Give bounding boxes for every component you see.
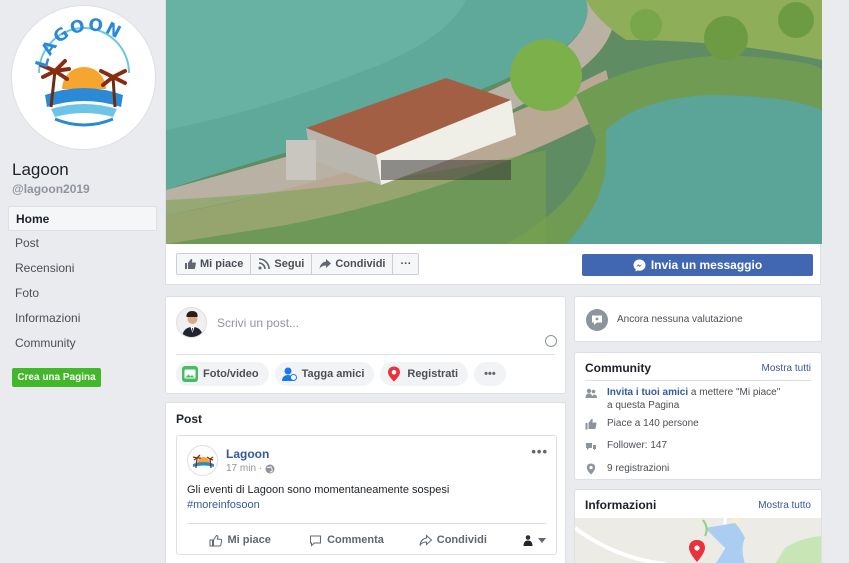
more-options-button[interactable]: ···: [392, 253, 420, 275]
community-card: Community Mostra tutti Invita i tuoi ami…: [574, 352, 822, 480]
divider: [585, 380, 811, 381]
emoji-icon[interactable]: [545, 335, 557, 347]
composer-actions: Foto/video Tagga amici Registrati •••: [176, 362, 506, 386]
photo-icon: [182, 366, 198, 382]
review-icon: [586, 309, 608, 331]
tag-friends-icon: [281, 366, 297, 382]
nav-item-photos[interactable]: Foto: [8, 281, 157, 306]
post-hashtag[interactable]: #moreinfosoon: [187, 499, 260, 511]
divider: [187, 523, 546, 524]
page-name: Lagoon: [12, 160, 69, 179]
divider: [176, 354, 555, 355]
followers-count: Follower: 147: [607, 440, 668, 451]
post-text: Gli eventi di Lagoon sono momentaneament…: [187, 484, 450, 496]
people-icon: [585, 388, 597, 398]
posts-heading: Post: [176, 412, 203, 426]
like-page-label: Mi piace: [200, 258, 244, 270]
composer-more-button[interactable]: •••: [474, 362, 506, 386]
invite-friends-link[interactable]: Invita i tuoi amici: [607, 387, 688, 398]
checkin-label: Registrati: [407, 368, 459, 380]
lagoon-logo: LAGOON: [16, 10, 151, 145]
thumbs-up-icon: [209, 534, 223, 546]
post-as-selector[interactable]: [506, 534, 546, 546]
community-title: Community: [585, 361, 651, 375]
nav-item-home[interactable]: Home: [8, 206, 157, 231]
post-like-button[interactable]: Mi piace: [187, 534, 293, 547]
like-page-button[interactable]: Mi piace: [176, 253, 252, 275]
checkin-button[interactable]: Registrati: [380, 362, 469, 386]
checkin-pin-icon: [586, 463, 596, 475]
rating-status: Ancora nessuna valutazione: [617, 314, 743, 325]
invite-friends-text: Invita i tuoi amici a mettere "Mi piace"…: [607, 386, 785, 412]
create-page-button[interactable]: Crea una Pagina: [12, 368, 101, 387]
user-avatar: [176, 307, 207, 338]
thumbs-up-icon: [585, 419, 597, 430]
page-action-bar: Mi piace Segui Condividi ···: [176, 253, 420, 275]
page-handle[interactable]: @lagoon2019: [12, 182, 90, 196]
checkins-row: 9 registrazioni: [585, 462, 669, 475]
tag-friends-label: Tagga amici: [301, 368, 365, 380]
cover-photo[interactable]: [166, 0, 822, 244]
share-arrow-icon: [319, 259, 332, 269]
post-author-avatar[interactable]: [187, 445, 218, 476]
messenger-icon: [633, 259, 646, 271]
nav-item-info[interactable]: Informazioni: [8, 306, 157, 331]
comment-icon: [310, 535, 322, 547]
share-page-label: Condividi: [335, 258, 386, 270]
location-pin-icon: [386, 366, 402, 382]
followers-row: Follower: 147: [585, 439, 667, 452]
community-see-all-link[interactable]: Mostra tutti: [762, 363, 811, 374]
nav-item-reviews[interactable]: Recensioni: [8, 256, 157, 281]
share-arrow-icon: [419, 533, 432, 546]
post-actions: Mi piace Commenta Condividi: [187, 529, 546, 551]
post-time-text: 17 min ·: [226, 463, 263, 474]
nav-item-post[interactable]: Post: [8, 231, 157, 256]
post-comment-label: Commenta: [327, 534, 384, 546]
more-dots-icon: •••: [484, 368, 496, 380]
location-map[interactable]: [575, 518, 821, 563]
post-input[interactable]: Scrivi un post...: [217, 316, 299, 330]
post-options-icon[interactable]: •••: [531, 444, 548, 459]
cover-section: Mi piace Segui Condividi ··· Invia un me…: [165, 0, 822, 285]
checkins-count: 9 registrazioni: [607, 463, 670, 474]
thumbs-up-icon: [185, 259, 196, 269]
page-profile-picture[interactable]: LAGOON: [11, 5, 156, 150]
globe-icon: [265, 464, 275, 473]
info-see-all-link[interactable]: Mostra tutto: [758, 500, 811, 511]
rating-card: Ancora nessuna valutazione: [574, 296, 822, 342]
follow-label: Segui: [274, 258, 305, 270]
photo-video-label: Foto/video: [203, 368, 259, 380]
likes-count: Piace a 140 persone: [607, 418, 699, 429]
post-timestamp[interactable]: 17 min ·: [226, 463, 275, 474]
invite-friends-row: Invita i tuoi amici a mettere "Mi piace"…: [585, 386, 785, 412]
send-message-button[interactable]: Invia un messaggio: [582, 254, 813, 276]
info-title: Informazioni: [585, 498, 657, 512]
page-nav: Home Post Recensioni Foto Informazioni C…: [8, 206, 157, 356]
info-card: Informazioni Mostra tutto: [574, 489, 822, 563]
posts-section: Post Lagoon 17 min · ••• Gli eventi di L…: [165, 402, 566, 563]
post-share-button[interactable]: Condividi: [400, 533, 506, 547]
likes-row: Piace a 140 persone: [585, 417, 699, 430]
more-dots-icon: ···: [400, 258, 412, 270]
nav-item-community[interactable]: Community: [8, 331, 157, 356]
post-like-label: Mi piace: [227, 534, 271, 546]
photo-video-button[interactable]: Foto/video: [176, 362, 269, 386]
post-share-label: Condividi: [436, 534, 487, 546]
follow-button[interactable]: Segui: [250, 253, 313, 275]
left-column: LAGOON Lagoon @lagoon2019 Home Post Rece…: [0, 0, 165, 563]
user-avatar-small-icon: [523, 535, 533, 546]
tag-friends-button[interactable]: Tagga amici: [274, 362, 375, 386]
post-composer: Scrivi un post... Foto/video Tagga amici…: [165, 296, 566, 394]
rss-icon: [258, 258, 271, 270]
post-author-name[interactable]: Lagoon: [226, 447, 269, 461]
caret-down-icon: [537, 537, 546, 543]
followers-icon: [586, 443, 596, 451]
post-comment-button[interactable]: Commenta: [293, 534, 399, 547]
send-message-label: Invia un messaggio: [650, 258, 763, 272]
share-page-button[interactable]: Condividi: [311, 253, 394, 275]
post-card: Lagoon 17 min · ••• Gli eventi di Lagoon…: [176, 435, 557, 555]
